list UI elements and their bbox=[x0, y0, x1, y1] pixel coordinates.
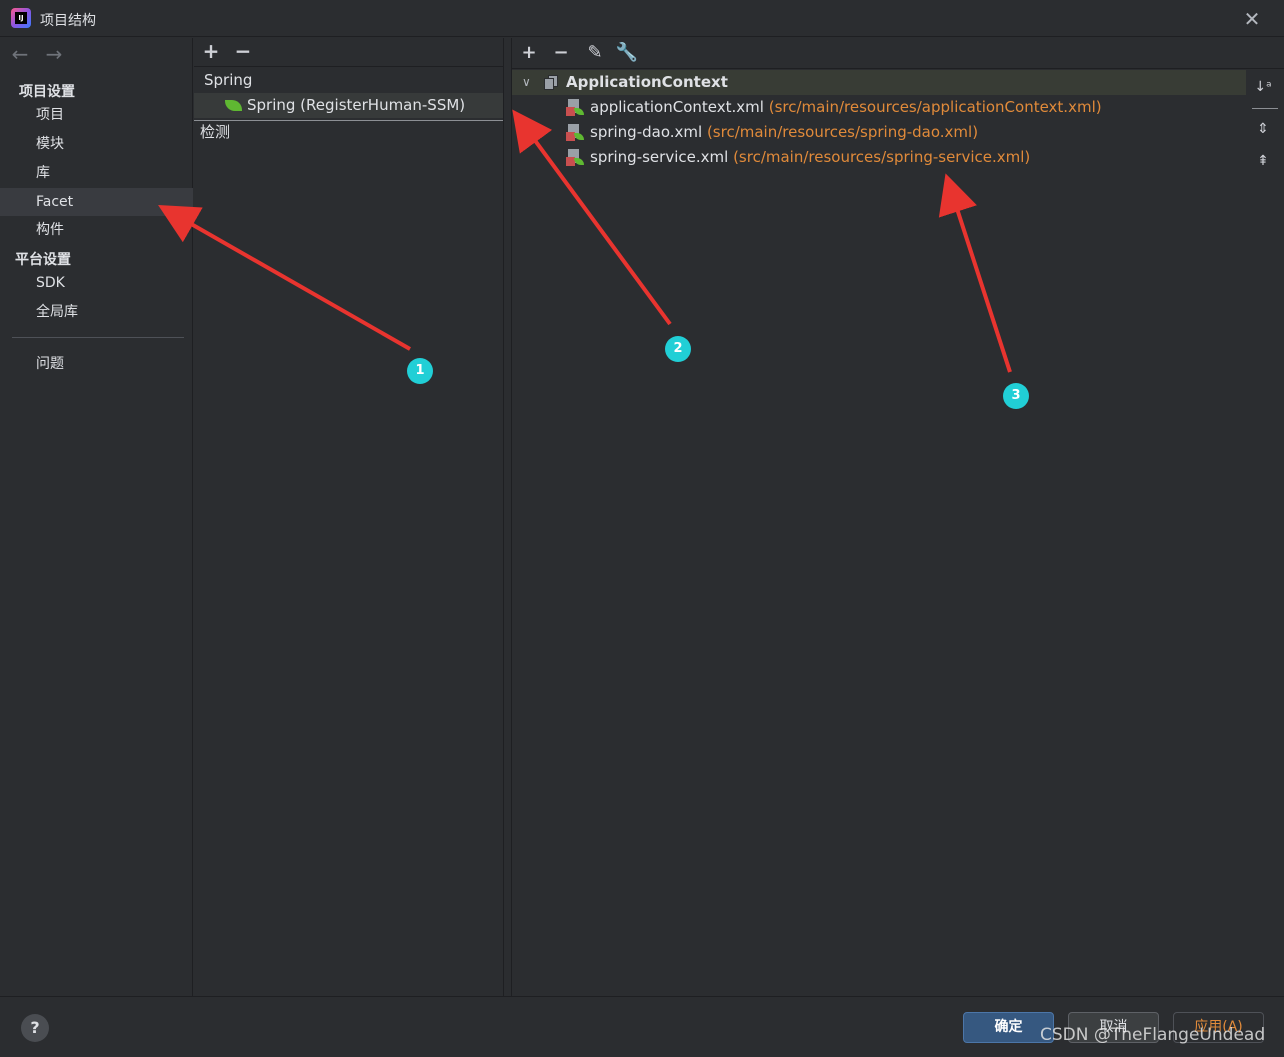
spring-xml-icon bbox=[566, 149, 584, 167]
tree-root-label: ApplicationContext bbox=[566, 73, 728, 91]
side-divider bbox=[1252, 108, 1278, 109]
annotation-marker-3: 3 bbox=[1003, 383, 1029, 409]
arrow-right-icon[interactable]: → bbox=[44, 42, 64, 68]
spring-leaf-icon bbox=[225, 100, 242, 111]
spring-xml-icon bbox=[566, 124, 584, 142]
nav-divider bbox=[12, 337, 184, 338]
facet-group-label: Spring bbox=[204, 71, 253, 89]
plus-icon[interactable]: + bbox=[199, 38, 223, 64]
sort-alpha-icon[interactable]: ↓ᵃ bbox=[1252, 76, 1274, 98]
detection-item[interactable]: 检测 bbox=[194, 120, 503, 145]
spring-xml-icon bbox=[566, 99, 584, 117]
nav-item-libraries[interactable]: 库 bbox=[0, 159, 193, 187]
file-name: spring-service.xml bbox=[590, 148, 729, 166]
close-icon[interactable]: ✕ bbox=[1240, 8, 1264, 30]
intellij-logo-icon: IJ bbox=[11, 8, 31, 28]
arrow-left-icon[interactable]: ← bbox=[10, 42, 30, 68]
annotation-marker-2: 2 bbox=[665, 336, 691, 362]
file-path: (src/main/resources/applicationContext.x… bbox=[768, 98, 1102, 116]
wrench-icon[interactable]: 🔧 bbox=[615, 40, 639, 66]
facet-item-spring[interactable]: Spring (RegisterHuman-SSM) bbox=[194, 93, 503, 118]
platform-settings-header: 平台设置 bbox=[15, 252, 71, 268]
settings-nav: ← → 项目设置 项目 模块 库 Facet 构件 平台设置 SDK 全局库 问… bbox=[0, 38, 193, 996]
chevron-down-icon[interactable]: ∨ bbox=[522, 70, 531, 95]
help-button[interactable]: ? bbox=[21, 1014, 49, 1042]
annotation-marker-1: 1 bbox=[407, 358, 433, 384]
nav-item-facet[interactable]: Facet bbox=[0, 188, 193, 216]
expand-all-icon[interactable]: ⇕ bbox=[1252, 118, 1274, 140]
facet-group-spring[interactable]: Spring bbox=[194, 68, 503, 93]
nav-item-problems[interactable]: 问题 bbox=[0, 350, 193, 378]
file-path: (src/main/resources/spring-dao.xml) bbox=[706, 123, 979, 141]
app-icon-label: IJ bbox=[15, 12, 27, 24]
file-name: applicationContext.xml bbox=[590, 98, 764, 116]
nav-item-modules[interactable]: 模块 bbox=[0, 130, 193, 158]
context-pane: + − ✎ 🔧 ∨ ApplicationContext application… bbox=[511, 38, 1284, 996]
facet-list-pane: + − Spring Spring (RegisterHuman-SSM) 检测 bbox=[194, 38, 504, 996]
nav-item-global-libraries[interactable]: 全局库 bbox=[0, 298, 193, 326]
nav-item-sdk[interactable]: SDK bbox=[0, 269, 193, 297]
minus-icon[interactable]: − bbox=[231, 38, 255, 64]
tree-root-application-context[interactable]: ∨ ApplicationContext bbox=[512, 70, 1246, 95]
title-bar: IJ 项目结构 ✕ bbox=[0, 0, 1284, 37]
facet-item-label: Spring (RegisterHuman-SSM) bbox=[247, 96, 466, 114]
window-title: 项目结构 bbox=[40, 13, 96, 29]
file-path: (src/main/resources/spring-service.xml) bbox=[733, 148, 1031, 166]
file-name: spring-dao.xml bbox=[590, 123, 703, 141]
context-set-icon bbox=[544, 75, 558, 90]
detection-label: 检测 bbox=[200, 123, 231, 141]
toolbar-divider bbox=[512, 68, 1284, 69]
nav-item-project[interactable]: 项目 bbox=[0, 101, 193, 129]
nav-item-artifacts[interactable]: 构件 bbox=[0, 216, 193, 244]
nav-arrows: ← → bbox=[10, 42, 64, 68]
plus-icon[interactable]: + bbox=[517, 40, 541, 66]
toolbar-divider bbox=[194, 66, 504, 67]
dialog-footer: ? 确定 取消 应用(A) CSDN @TheFlangeUndead bbox=[0, 996, 1284, 1057]
pencil-icon[interactable]: ✎ bbox=[583, 40, 607, 66]
collapse-all-icon[interactable]: ⇞ bbox=[1252, 150, 1274, 172]
project-settings-header: 项目设置 bbox=[19, 84, 75, 100]
minus-icon[interactable]: − bbox=[549, 40, 573, 66]
watermark: CSDN @TheFlangeUndead bbox=[1040, 1025, 1266, 1045]
